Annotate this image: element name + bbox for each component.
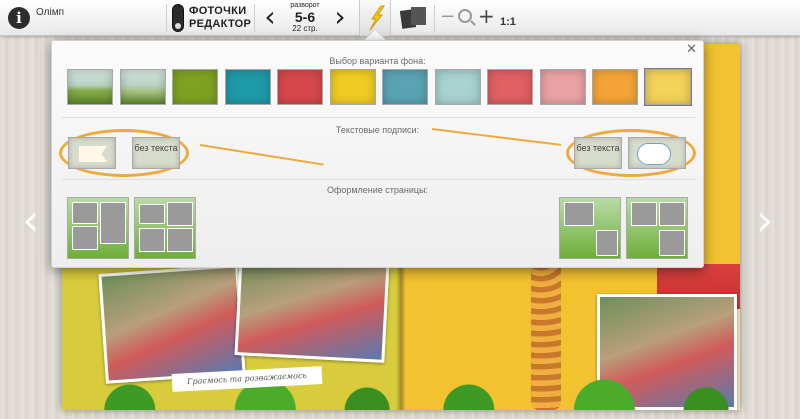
toolbar-separator [254,4,255,32]
swatch-red[interactable] [277,69,323,105]
toolbar: i Олімп ФОТОЧКИ РЕДАКТОР ‹ разворот 5-6 … [0,0,800,36]
caption-cloud-option[interactable] [628,137,686,169]
prev-spread-button[interactable]: ‹ [260,3,280,31]
prev-page-arrow[interactable]: ‹ [22,196,40,246]
page-layout-thumb[interactable] [626,197,688,259]
page-design-section-title: Оформление страницы: [326,185,429,195]
spread-pages: 22 стр. [292,24,318,33]
divider [62,179,695,180]
photo-slot [167,228,193,252]
photo-slot [631,202,657,226]
grass-decoration [401,364,740,410]
info-icon[interactable]: i [8,7,30,29]
photo-slot [100,202,126,244]
page-layout-thumb[interactable] [67,197,129,259]
divider [62,117,695,118]
caption-none-option[interactable]: без текста [132,137,180,169]
zoom-reset-button[interactable]: 1:1 [500,16,516,28]
swatch-steel-blue[interactable] [382,69,428,105]
editor-logo: ФОТОЧКИ РЕДАКТОР [189,5,251,31]
swatch-light-yellow[interactable] [643,68,692,106]
photo-slot [659,230,685,256]
toolbar-separator [434,4,435,32]
photo-slot [596,230,618,256]
layout-icon-part [411,7,426,25]
swatch-nature-sky[interactable] [67,69,113,105]
photo-slot [72,202,98,224]
toolbar-separator [166,4,167,32]
next-page-arrow[interactable]: › [756,196,774,246]
background-panel: ✕ Выбор варианта фона: Текстовые подписи… [51,40,704,268]
album-title: Олімп [36,7,65,18]
zoom-in-button[interactable]: + [478,5,495,27]
flag-icon [79,146,107,162]
spread-number: 5-6 [294,9,316,25]
swatch-teal[interactable] [224,69,271,105]
photo[interactable] [234,255,390,363]
close-icon[interactable]: ✕ [686,43,697,57]
editor-toggle-icon[interactable] [172,4,184,32]
swatch-orange[interactable] [592,69,638,105]
logo-line-2: РЕДАКТОР [189,18,252,30]
swatch-rose[interactable] [487,69,533,105]
swatch-nature-sky-light[interactable] [119,69,166,105]
photo-slot [139,228,165,252]
photo-slot [564,202,594,226]
photo-slot [167,202,193,226]
background-section-title: Выбор варианта фона: [329,56,426,66]
layout-button[interactable] [399,6,427,30]
swatch-pale-aqua[interactable] [434,69,481,105]
highlight-arrow [199,144,324,166]
zoom-icon [458,9,472,23]
photo-slot [72,226,98,250]
cloud-icon [637,143,671,165]
page-layout-thumb[interactable] [134,197,196,259]
logo-line-1: ФОТОЧКИ [189,5,247,17]
spread-indicator: разворот 5-6 22 стр. [284,2,326,33]
caption-flag-option[interactable] [68,137,116,169]
swatch-olive-green[interactable] [172,69,218,105]
page-layout-thumb[interactable] [559,197,621,259]
zoom-out-button[interactable]: − [440,7,455,27]
photo-slot [659,202,685,226]
swatch-pink[interactable] [539,69,586,105]
caption-none-option-right[interactable]: без текста [574,137,622,169]
photo-slot [139,204,165,224]
next-spread-button[interactable]: › [330,3,350,31]
swatch-yellow[interactable] [329,69,376,105]
